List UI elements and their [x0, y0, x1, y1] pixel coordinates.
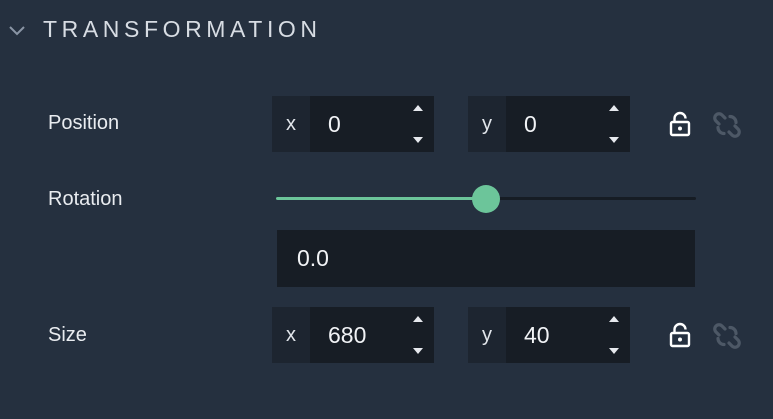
caret-up-icon	[413, 316, 423, 322]
position-x-axis-label: x	[272, 96, 310, 152]
section-title: TRANSFORMATION	[43, 16, 322, 42]
rotation-label: Rotation	[48, 188, 123, 210]
size-x-axis-label: x	[272, 307, 310, 363]
position-y-axis-label: y	[468, 96, 506, 152]
caret-down-icon	[413, 137, 423, 143]
rotation-slider-thumb[interactable]	[472, 185, 500, 213]
caret-up-icon	[609, 105, 619, 111]
caret-down-icon	[609, 348, 619, 354]
size-x-increment-button[interactable]	[402, 307, 434, 335]
size-x-decrement-button[interactable]	[402, 335, 434, 363]
caret-up-icon	[413, 105, 423, 111]
size-label: Size	[48, 324, 87, 346]
size-y-axis-label: y	[468, 307, 506, 363]
position-x-stepper[interactable]	[402, 96, 434, 152]
position-y-decrement-button[interactable]	[598, 124, 630, 152]
rotation-slider[interactable]	[276, 185, 696, 213]
size-x-input[interactable]: 680	[310, 307, 402, 363]
caret-down-icon	[609, 137, 619, 143]
rotation-input[interactable]: 0.0	[277, 230, 695, 287]
position-x-increment-button[interactable]	[402, 96, 434, 124]
position-link-icon[interactable]	[712, 110, 742, 140]
position-lock-open-icon[interactable]	[667, 111, 693, 137]
size-lock-open-icon[interactable]	[667, 322, 693, 348]
size-y-decrement-button[interactable]	[598, 335, 630, 363]
section-header[interactable]: TRANSFORMATION	[0, 0, 773, 62]
size-link-icon[interactable]	[712, 321, 742, 351]
rotation-slider-fill	[276, 197, 486, 200]
position-x-decrement-button[interactable]	[402, 124, 434, 152]
caret-down-icon	[413, 348, 423, 354]
chevron-down-icon[interactable]	[8, 24, 26, 38]
position-y-input[interactable]: 0	[506, 96, 598, 152]
size-y-stepper[interactable]	[598, 307, 630, 363]
position-y-increment-button[interactable]	[598, 96, 630, 124]
caret-up-icon	[609, 316, 619, 322]
size-y-increment-button[interactable]	[598, 307, 630, 335]
size-x-stepper[interactable]	[402, 307, 434, 363]
position-x-input[interactable]: 0	[310, 96, 402, 152]
size-y-input[interactable]: 40	[506, 307, 598, 363]
position-label: Position	[48, 112, 120, 134]
position-y-stepper[interactable]	[598, 96, 630, 152]
